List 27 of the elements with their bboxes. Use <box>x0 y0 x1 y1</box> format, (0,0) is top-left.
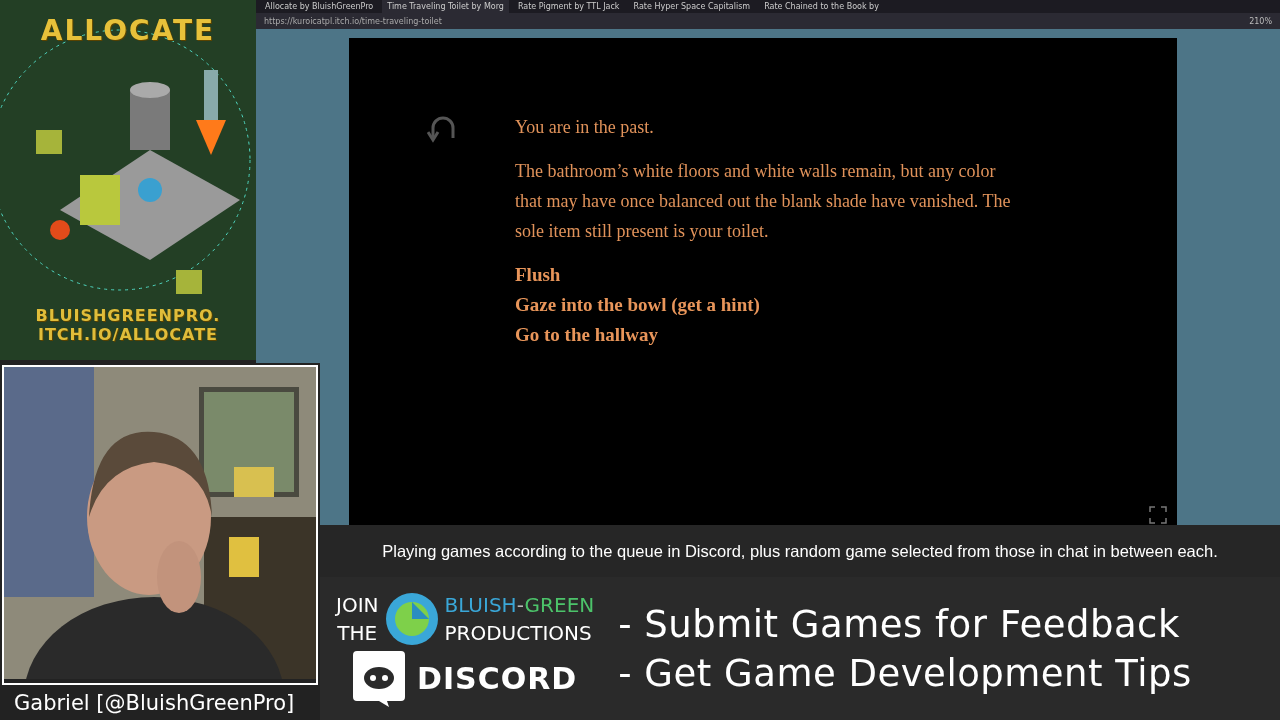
story-text: The bathroom’s white floors and white walls remain, but any color that may have once balanced out the blank shade have vanished. The sole item still present is your toilet. <box>515 160 1012 243</box>
browser-tab[interactable]: Allocate by BluishGreenPro <box>260 0 379 13</box>
browser-tab[interactable]: Rate Pigment by TTL Jack <box>512 0 625 13</box>
poster-url: ITCH.IO/ALLOCATE <box>38 325 218 344</box>
join-text: JOIN <box>336 591 379 619</box>
choice-link[interactable]: Gaze into the bowl (get a hint) <box>515 290 1013 320</box>
stream-caption: Playing games according to the queue in Discord, plus random game selected from those in chat in between each. <box>320 525 1280 577</box>
feature-text: - Submit Games for Feedback <box>618 602 1181 646</box>
poster-url: BLUISHGREENPRO. <box>35 306 221 325</box>
browser-tab[interactable]: Time Traveling Toilet by Morg <box>382 0 509 13</box>
brand-name: BLUISH-GREEN <box>444 591 595 619</box>
zoom-level: 210% <box>1249 16 1272 26</box>
join-text: THE <box>337 619 378 647</box>
fullscreen-icon[interactable] <box>1149 506 1167 524</box>
choice-link[interactable]: Flush <box>515 260 1013 290</box>
story-text: You are in the past. <box>515 116 655 139</box>
discord-wordmark: DISCORD <box>417 661 578 696</box>
brand-subtitle: PRODUCTIONS <box>444 619 593 647</box>
browser-tab[interactable]: Rate Hyper Space Capitalism <box>628 0 756 13</box>
chat-bubble-icon <box>353 650 405 707</box>
browser-tab[interactable]: Rate Chained to the Book by <box>759 0 884 13</box>
choice-link[interactable]: Go to the hallway <box>515 320 1013 350</box>
streamer-name: Gabriel [@BluishGreenPro] <box>13 689 296 717</box>
aperture-logo-icon <box>384 591 439 646</box>
address-bar[interactable]: https://kuroicatpl.itch.io/time-traveling-toilet <box>264 16 1242 26</box>
feature-text: - Get Game Development Tips <box>618 651 1192 695</box>
poster-title: ALLOCATE <box>40 14 216 47</box>
